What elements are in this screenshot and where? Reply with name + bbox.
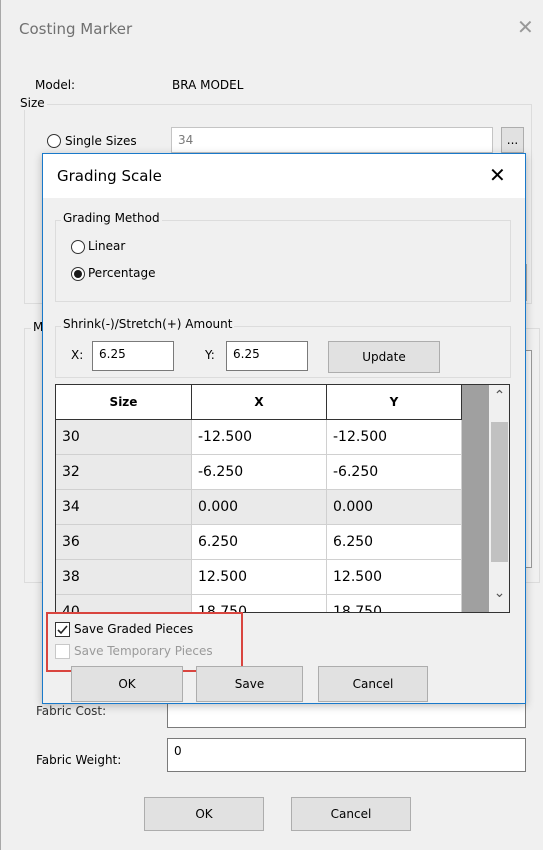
table-row[interactable]: 34 0.000 0.000 [56, 490, 462, 525]
size-cell: 34 [56, 490, 192, 525]
x-cell[interactable]: 6.250 [192, 525, 327, 560]
grading-method-label: Grading Method [61, 211, 162, 225]
table-scrollbar[interactable]: ⌃ ⌄ [489, 385, 509, 612]
single-sizes-label: Single Sizes [65, 134, 137, 148]
y-cell[interactable]: -12.500 [327, 420, 462, 455]
size-group-label: Size [18, 96, 47, 110]
close-icon[interactable]: ✕ [489, 163, 506, 187]
x-amount-field[interactable]: 6.25 [92, 341, 174, 371]
column-header-size[interactable]: Size [56, 385, 192, 420]
update-button[interactable]: Update [328, 341, 440, 373]
y-cell[interactable]: -6.250 [327, 455, 462, 490]
linear-label: Linear [88, 239, 126, 253]
x-cell[interactable]: 0.000 [192, 490, 327, 525]
size-cell: 38 [56, 560, 192, 595]
save-graded-checkbox[interactable] [55, 622, 70, 637]
grading-ok-button[interactable]: OK [71, 666, 183, 702]
grading-title: Grading Scale [57, 167, 162, 185]
percentage-radio[interactable] [71, 267, 85, 281]
fabric-weight-field[interactable]: 0 [167, 738, 526, 772]
amount-group-label: Shrink(-)/Stretch(+) Amount [61, 317, 235, 331]
table-row[interactable]: 32 -6.250 -6.250 [56, 455, 462, 490]
y-cell[interactable]: 6.250 [327, 525, 462, 560]
x-cell[interactable]: 12.500 [192, 560, 327, 595]
chevron-down-icon[interactable]: ⌄ [489, 585, 509, 605]
chevron-up-icon[interactable]: ⌃ [489, 388, 509, 408]
outer-ok-button[interactable]: OK [144, 797, 264, 831]
save-temporary-label: Save Temporary Pieces [74, 644, 213, 658]
save-temporary-checkbox [55, 644, 70, 659]
model-label: Model: [35, 78, 76, 92]
scrollbar-thumb[interactable] [491, 422, 508, 562]
column-header-x[interactable]: X [192, 385, 327, 420]
dialog-title: Costing Marker [19, 20, 133, 38]
size-cell: 40 [56, 595, 192, 612]
size-cell: 32 [56, 455, 192, 490]
grading-cancel-button[interactable]: Cancel [318, 666, 428, 702]
browse-button[interactable]: ... [501, 127, 524, 153]
y-cell[interactable]: 18.750 [327, 595, 462, 612]
grading-method-group [55, 220, 511, 302]
fabric-weight-label: Fabric Weight: [36, 753, 122, 767]
checkmark-icon [57, 625, 68, 635]
table-row[interactable]: 36 6.250 6.250 [56, 525, 462, 560]
size-cell: 30 [56, 420, 192, 455]
grading-save-button[interactable]: Save [196, 666, 303, 702]
single-sizes-radio[interactable] [47, 134, 61, 148]
table-row[interactable]: 38 12.500 12.500 [56, 560, 462, 595]
outer-cancel-button[interactable]: Cancel [291, 797, 411, 831]
linear-radio[interactable] [71, 240, 85, 254]
y-label: Y: [205, 348, 215, 362]
grid-empty-column [462, 385, 489, 612]
x-label: X: [71, 348, 84, 362]
fabric-cost-label: Fabric Cost: [36, 704, 107, 718]
grading-scale-dialog: Grading Scale ✕ Grading Method Linear Pe… [42, 153, 526, 704]
y-cell[interactable]: 0.000 [327, 490, 462, 525]
highlight-box [46, 612, 243, 672]
x-cell[interactable]: 18.750 [192, 595, 327, 612]
x-cell[interactable]: -12.500 [192, 420, 327, 455]
size-cell: 36 [56, 525, 192, 560]
table-row[interactable]: 30 -12.500 -12.500 [56, 420, 462, 455]
single-sizes-field[interactable]: 34 [171, 127, 493, 153]
model-value: BRA MODEL [172, 78, 244, 92]
grading-table: Size X Y 30 -12.500 -12.500 32 -6.250 -6… [55, 384, 510, 613]
column-header-y[interactable]: Y [327, 385, 462, 420]
y-amount-field[interactable]: 6.25 [226, 341, 308, 371]
save-graded-label: Save Graded Pieces [74, 622, 194, 636]
list-edge [526, 350, 532, 568]
table-row[interactable]: 40 18.750 18.750 [56, 595, 462, 612]
percentage-label: Percentage [88, 266, 156, 280]
close-icon[interactable]: ✕ [517, 15, 534, 39]
y-cell[interactable]: 12.500 [327, 560, 462, 595]
x-cell[interactable]: -6.250 [192, 455, 327, 490]
